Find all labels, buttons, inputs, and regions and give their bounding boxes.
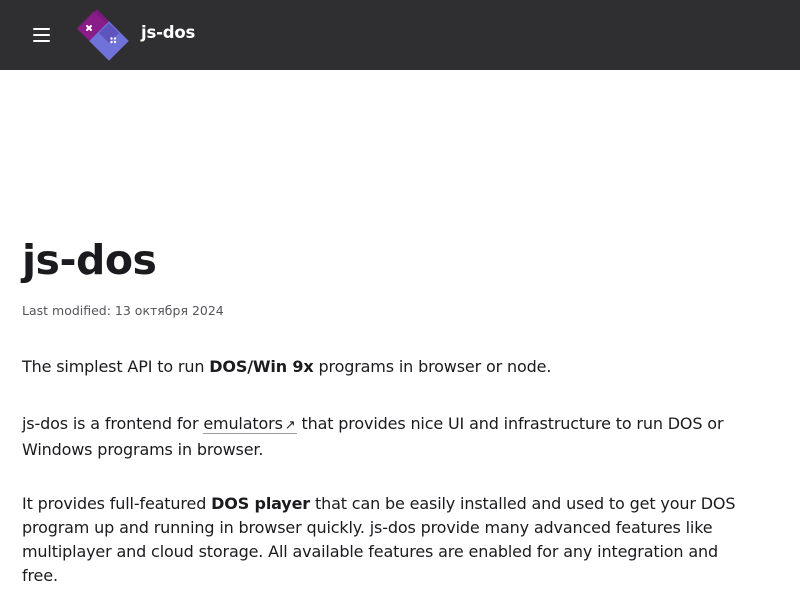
intro-paragraph: The simplest API to run DOS/Win 9x progr… (22, 355, 752, 379)
features-bold-text: DOS player (211, 494, 311, 513)
brand-title-link[interactable]: js-dos (141, 23, 195, 42)
frontend-text-start: js-dos is a frontend for (22, 414, 204, 433)
intro-text-end: programs in browser or node. (313, 357, 552, 376)
top-navbar: js-dos (0, 0, 800, 70)
frontend-paragraph: js-dos is a frontend for emulators ↗ that… (22, 412, 752, 462)
js-dos-logo[interactable] (76, 8, 130, 62)
features-text-start: It provides full-featured (22, 494, 212, 513)
features-paragraph: It provides full-featured DOS player tha… (22, 492, 752, 588)
emulators-link-label: emulators (203, 414, 283, 433)
intro-bold-text: DOS/Win 9x (209, 357, 314, 376)
intro-text-start: The simplest API to run (22, 357, 210, 376)
last-modified-text: Last modified: 13 октября 2024 (22, 303, 224, 318)
emulators-link[interactable]: emulators ↗ (203, 414, 297, 434)
page-title: js-dos (22, 236, 157, 284)
external-link-icon: ↗ (284, 418, 296, 433)
hamburger-menu-icon[interactable] (33, 27, 51, 43)
